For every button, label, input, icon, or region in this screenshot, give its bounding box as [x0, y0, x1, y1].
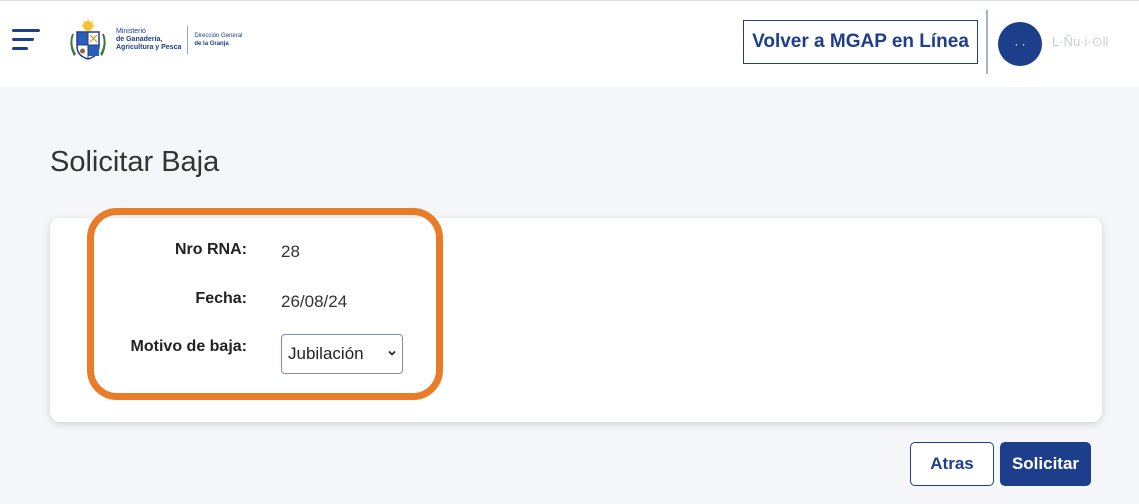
rna-value: 28	[281, 242, 300, 261]
ministry-line-2: de Ganadería,	[116, 36, 163, 43]
dept-line-2: de la Granja	[194, 41, 229, 47]
hamburger-menu-icon[interactable]	[12, 27, 44, 53]
ministry-logo[interactable]: Ministerio de Ganadería, Agricultura y P…	[66, 17, 242, 63]
submit-request-button[interactable]: Solicitar	[1000, 442, 1091, 486]
fecha-label: Fecha:	[195, 290, 247, 307]
department-name: Dirección General de la Granja	[194, 32, 242, 48]
rna-label: Nro RNA:	[175, 241, 247, 258]
page-title: Solicitar Baja	[50, 146, 220, 178]
back-to-mgap-button[interactable]: Volver a MGAP en Línea	[743, 20, 978, 64]
ministry-line-3: Agricultura y Pesca	[116, 44, 182, 51]
uruguay-coat-of-arms-icon	[70, 19, 106, 60]
ministry-name: Ministerio de Ganadería, Agricultura y P…	[116, 28, 181, 52]
ministry-line-1: Ministerio	[116, 28, 146, 35]
user-avatar[interactable]: · ·	[998, 22, 1042, 66]
logo-divider	[187, 26, 189, 54]
chevron-down-icon	[388, 350, 396, 356]
motivo-selected-value: Jubilación	[288, 344, 364, 363]
back-button[interactable]: Atras	[910, 442, 994, 486]
motivo-select[interactable]: Jubilación	[281, 334, 403, 374]
user-name[interactable]: L·Ñu·i·⊙ll	[1052, 34, 1108, 50]
header-divider	[986, 10, 988, 74]
motivo-label: Motivo de baja:	[130, 338, 247, 355]
fecha-value: 26/08/24	[281, 292, 348, 311]
top-header: Ministerio de Ganadería, Agricultura y P…	[0, 0, 1139, 87]
dept-line-1: Dirección General	[194, 33, 243, 39]
